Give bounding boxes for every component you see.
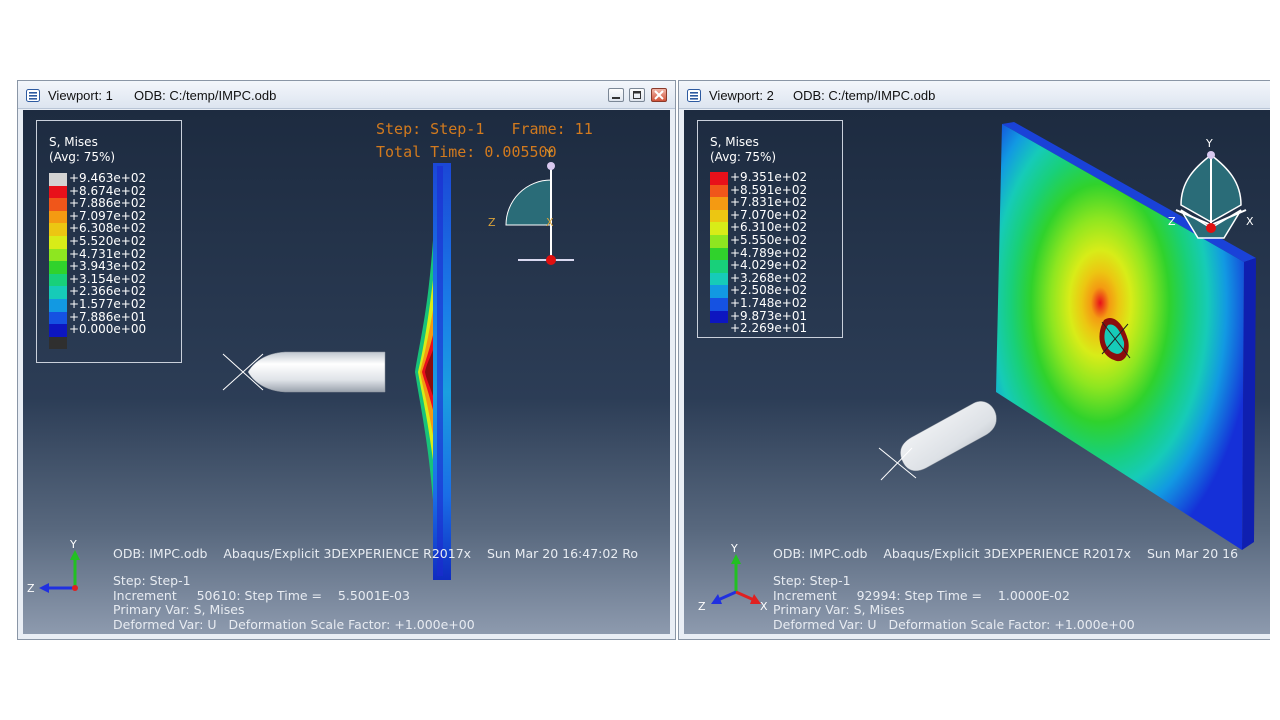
triad-x-label: X <box>1246 215 1254 228</box>
odb-status-line: ODB: IMPC.odb Abaqus/Explicit 3DEXPERIEN… <box>113 546 639 561</box>
axis-z-label: Z <box>698 600 706 613</box>
primary-var-label: Primary Var: S, Mises <box>773 602 905 617</box>
viewport-1-title: Viewport: 1 <box>48 88 113 103</box>
increment-label: Increment 92994: Step Time = 1.0000E-02 <box>773 587 1070 603</box>
close-icon <box>654 90 664 100</box>
viewport-menu-icon[interactable] <box>26 89 40 102</box>
triad-z-label: Z <box>1168 215 1176 228</box>
viewport-2-title: Viewport: 2 <box>709 88 774 103</box>
projectile <box>222 351 386 393</box>
increment-label: Increment 50610: Step Time = 5.5001E-03 <box>113 587 410 603</box>
viewport-2-titlebar[interactable]: Viewport: 2 ODB: C:/temp/IMPC.odb <box>679 81 1270 109</box>
minimize-button[interactable] <box>608 88 624 102</box>
restore-button[interactable] <box>629 88 645 102</box>
axis-y-label: Y <box>730 542 738 555</box>
triad-y-label: Y <box>1205 137 1213 150</box>
viewport-1-canvas[interactable]: S, Mises (Avg: 75%) +9.463e+02 +8.674e+02… <box>23 110 670 634</box>
triad-x-label: X <box>546 216 554 229</box>
close-button[interactable] <box>651 88 667 102</box>
restore-icon <box>633 91 641 99</box>
minimize-icon <box>612 97 620 99</box>
viewport-2-odb-path: ODB: C:/temp/IMPC.odb <box>793 88 936 103</box>
step-info: Step: Step-1 Increment 92994: Step Time … <box>773 573 1135 632</box>
viewport-menu-icon[interactable] <box>687 89 701 102</box>
deformed-var-label: Deformed Var: U Deformation Scale Factor… <box>113 616 475 632</box>
coordinate-triad: Y Z <box>27 538 80 595</box>
triad-y-label: Y <box>545 147 553 160</box>
projectile <box>878 401 997 481</box>
axis-x-label: X <box>760 600 768 613</box>
deformed-var-label: Deformed Var: U Deformation Scale Factor… <box>773 616 1135 632</box>
primary-var-label: Primary Var: S, Mises <box>113 602 245 617</box>
viewport-1-odb-path: ODB: C:/temp/IMPC.odb <box>134 88 277 103</box>
odb-status-line: ODB: IMPC.odb Abaqus/Explicit 3DEXPERIEN… <box>773 546 1239 561</box>
viewport-1-titlebar[interactable]: Viewport: 1 ODB: C:/temp/IMPC.odb <box>18 81 675 109</box>
step-label: Step: Step-1 <box>113 573 191 588</box>
viewport-1-window[interactable]: Viewport: 1 ODB: C:/temp/IMPC.odb S, Mis… <box>17 80 676 640</box>
coordinate-triad: Y Z X <box>698 542 768 613</box>
target-plate <box>415 163 451 580</box>
viewport-2-canvas[interactable]: S, Mises (Avg: 75%) +9.351e+02 +8.591e+02… <box>684 110 1270 634</box>
step-label: Step: Step-1 <box>773 573 851 588</box>
viewport-2-window[interactable]: Viewport: 2 ODB: C:/temp/IMPC.odb S, Mis… <box>678 80 1270 640</box>
view-orientation-triad: Z X Y <box>488 147 574 265</box>
triad-z-label: Z <box>488 216 496 229</box>
step-info: Step: Step-1 Increment 50610: Step Time … <box>113 573 475 632</box>
axis-z-label: Z <box>27 582 35 595</box>
axis-y-label: Y <box>69 538 77 551</box>
